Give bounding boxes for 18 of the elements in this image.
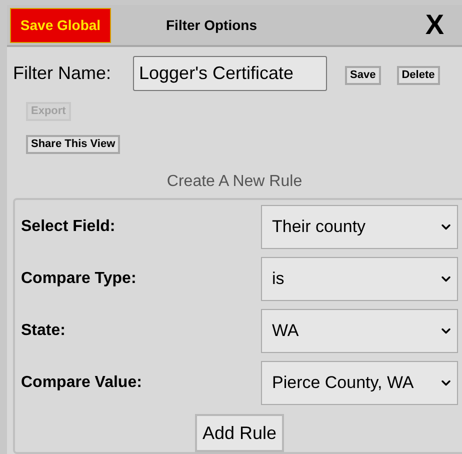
save-button[interactable]: Save xyxy=(345,66,381,84)
rule-field-label: Compare Type: xyxy=(21,269,136,289)
delete-button[interactable]: Delete xyxy=(396,66,440,84)
section-heading: Create A New Rule xyxy=(166,172,302,192)
rule-select[interactable]: Their county xyxy=(261,205,458,249)
rule-select[interactable]: is xyxy=(261,257,458,301)
rule-select[interactable]: WA xyxy=(261,309,458,353)
share-view-button[interactable]: Share This View xyxy=(26,135,120,154)
filter-name-field[interactable]: Logger's Certificate xyxy=(133,56,328,91)
rule-field-label: Select Field: xyxy=(21,217,116,237)
rule-field-label: Compare Value: xyxy=(21,373,142,393)
close-button[interactable]: X xyxy=(425,11,444,39)
rule-select[interactable]: Pierce County, WA xyxy=(261,361,458,405)
rule-field-label: State: xyxy=(21,321,66,341)
add-rule-button[interactable]: Add Rule xyxy=(195,414,284,452)
dialog-title: Filter Options xyxy=(166,16,257,35)
filter-name-label: Filter Name: xyxy=(13,62,112,85)
save-global-button[interactable]: Save Global xyxy=(10,8,111,42)
